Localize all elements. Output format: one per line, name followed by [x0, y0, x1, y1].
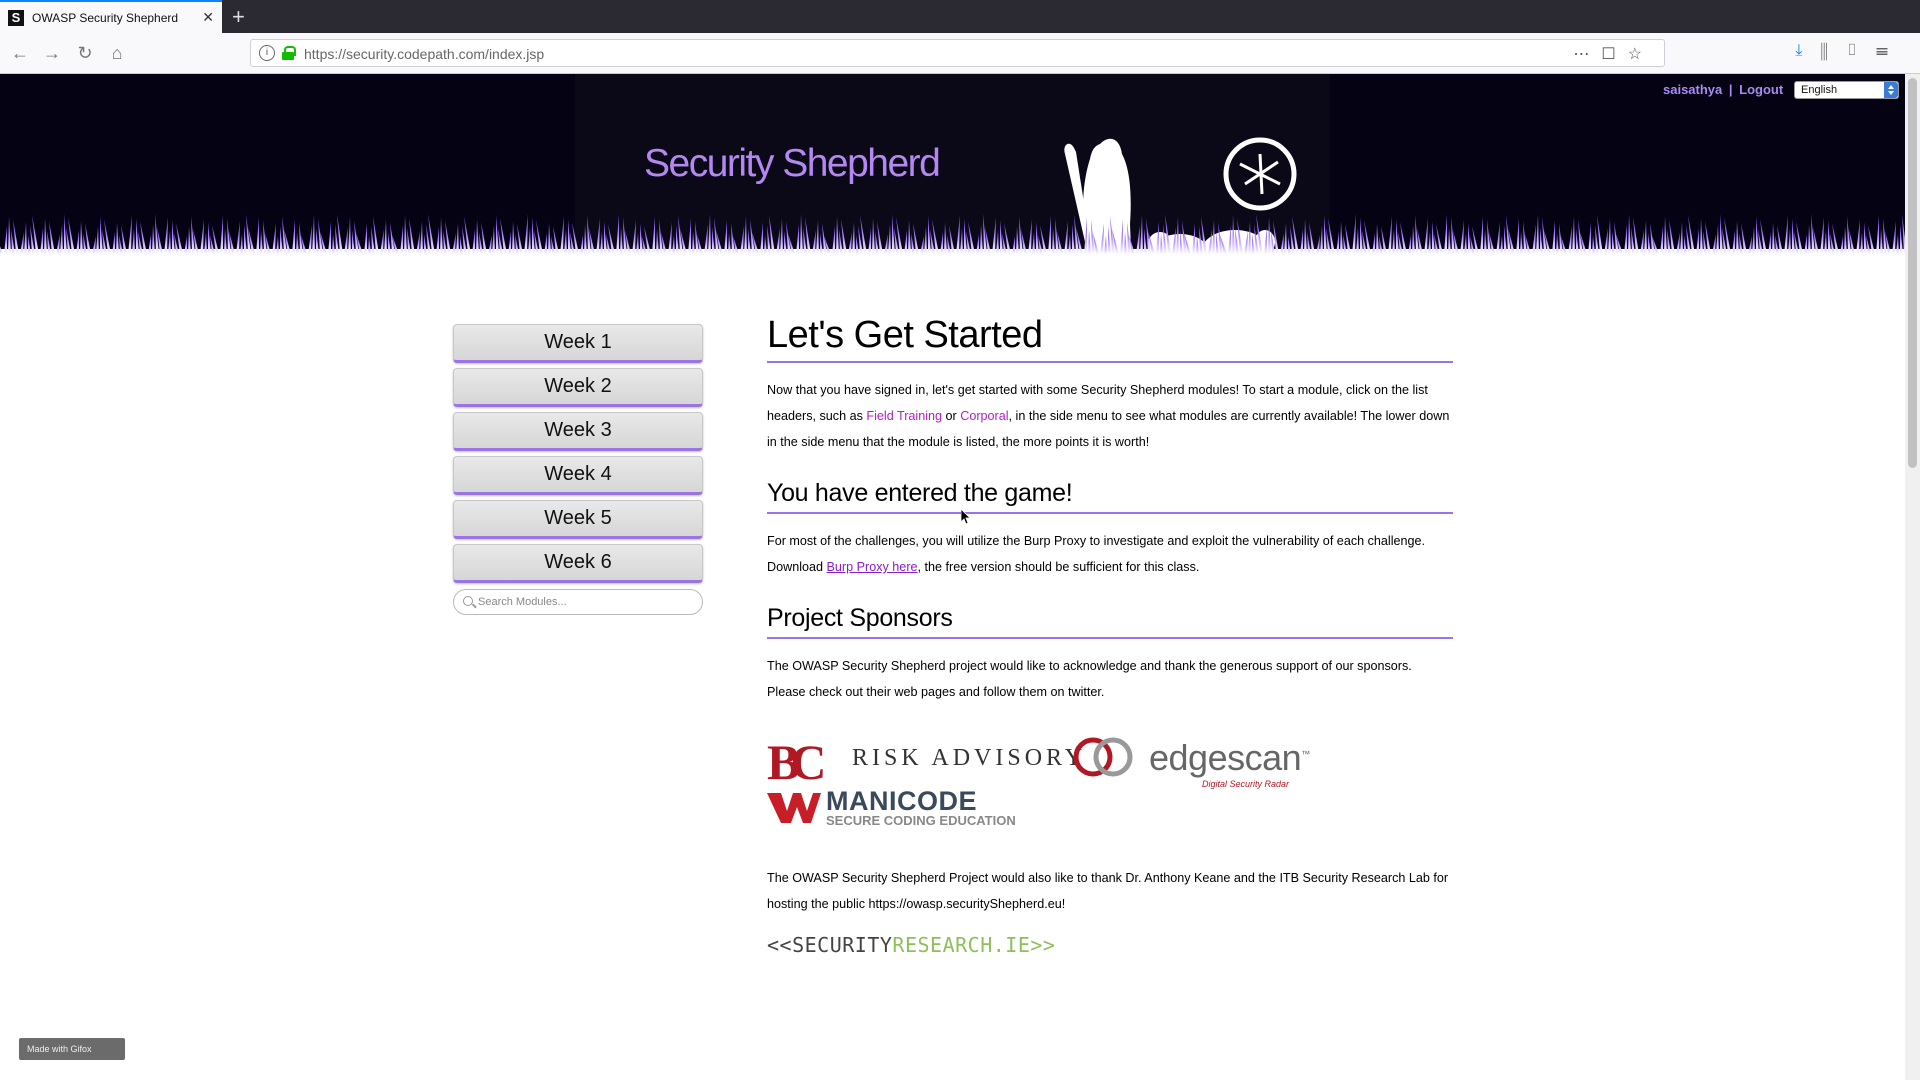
- bc-logo[interactable]: BC: [767, 733, 827, 791]
- secres-part-2: RESEARCH.IE>>: [892, 933, 1056, 957]
- sponsors-paragraph: The OWASP Security Shepherd project woul…: [767, 659, 1412, 699]
- intro-paragraph: Now that you have signed in, let's get s…: [767, 377, 1453, 455]
- security-research-logo[interactable]: <<SECURITYRESEARCH.IE>>: [767, 933, 1453, 957]
- tab-title: OWASP Security Shepherd: [32, 10, 179, 25]
- site-title[interactable]: Security Shepherd: [644, 142, 941, 186]
- secres-part-1: <<SECURITY: [767, 933, 893, 957]
- page-actions-icons[interactable]: ⋯☐☆: [1573, 44, 1654, 64]
- toolbar-right-icons[interactable]: ⤓⫼▯☰: [1795, 42, 1906, 60]
- search-modules-input[interactable]: [478, 593, 693, 611]
- site-favicon-icon: S: [8, 9, 24, 26]
- back-arrow-icon[interactable]: ←: [8, 41, 32, 65]
- site-info-icon[interactable]: i: [259, 45, 275, 61]
- menu-icon: ☰: [1875, 42, 1906, 59]
- week-1-button[interactable]: Week 1: [453, 324, 703, 363]
- new-tab-icon[interactable]: +: [232, 4, 245, 30]
- week-5-button[interactable]: Week 5: [453, 500, 703, 539]
- lock-icon: [282, 46, 296, 60]
- week-4-button[interactable]: Week 4: [453, 456, 703, 495]
- grass-decoration: [0, 214, 1905, 274]
- language-select[interactable]: English: [1794, 81, 1899, 99]
- page-title: Let's Get Started: [767, 314, 1453, 363]
- edgescan-ring-icon: [1073, 737, 1133, 777]
- sponsors-heading: Project Sponsors: [767, 604, 1453, 639]
- edgescan-tagline: Digital Security Radar: [1202, 779, 1290, 789]
- header-banner: Security Shepherd saisathya | Logout Eng…: [0, 74, 1905, 274]
- url-bar[interactable]: i https://security.codepath.com/index.js…: [250, 39, 1665, 67]
- search-modules-box[interactable]: [453, 589, 703, 615]
- mouse-cursor-icon: [961, 509, 971, 525]
- gifox-badge: Made with Gifox: [19, 1038, 125, 1060]
- select-arrows-icon: [1884, 82, 1898, 98]
- sidebar: Week 1 Week 2 Week 3 Week 4 Week 5 Week …: [453, 324, 703, 615]
- game-paragraph: For most of the challenges, you will uti…: [767, 528, 1453, 580]
- user-area: saisathya | Logout: [1663, 82, 1783, 97]
- week-3-button[interactable]: Week 3: [453, 412, 703, 451]
- edgescan-tm: ™: [1301, 749, 1310, 759]
- library-icon: ⫼: [1820, 42, 1846, 59]
- burp-proxy-link[interactable]: Burp Proxy here: [827, 560, 918, 574]
- risk-advisory-logo[interactable]: RISK ADVISORY: [852, 745, 1086, 772]
- game-heading: You have entered the game!: [767, 479, 1453, 514]
- field-training-link[interactable]: Field Training: [866, 409, 942, 423]
- corporal-link[interactable]: Corporal: [960, 409, 1008, 423]
- thanks-paragraph: The OWASP Security Shepherd Project woul…: [767, 871, 1449, 911]
- intro-text-2: or: [942, 409, 961, 423]
- user-separator: |: [1728, 82, 1733, 97]
- page-scrollbar[interactable]: [1905, 74, 1920, 1080]
- page-viewport: Security Shepherd saisathya | Logout Eng…: [0, 74, 1905, 1080]
- url-text[interactable]: https://security.codepath.com/index.jsp: [304, 46, 544, 62]
- reload-icon[interactable]: ↻: [73, 41, 97, 65]
- browser-toolbar: ← → ↻ ⌂ i https://security.codepath.com/…: [0, 33, 1920, 74]
- language-value: English: [1801, 84, 1838, 96]
- forward-arrow-icon[interactable]: →: [40, 41, 64, 65]
- week-2-button[interactable]: Week 2: [453, 368, 703, 407]
- tab-close-icon[interactable]: ✕: [202, 9, 214, 26]
- username-link[interactable]: saisathya: [1663, 82, 1722, 97]
- manicode-w-icon: [767, 793, 821, 823]
- logout-link[interactable]: Logout: [1739, 82, 1783, 97]
- browser-tab-active[interactable]: S OWASP Security Shepherd ✕: [0, 0, 222, 33]
- main-content: Let's Get Started Now that you have sign…: [767, 314, 1453, 957]
- scrollbar-thumb[interactable]: [1908, 78, 1917, 468]
- manicode-subtitle: SECURE CODING EDUCATION: [826, 813, 1016, 828]
- download-icon: ⤓: [1795, 42, 1821, 59]
- browser-tabbar: S OWASP Security Shepherd ✕ +: [0, 0, 1920, 33]
- edgescan-name: edgescan: [1149, 737, 1302, 778]
- home-icon[interactable]: ⌂: [105, 41, 129, 65]
- sponsor-logos: BC RISK ADVISORY edgescan™ Digital Secur…: [767, 731, 1453, 841]
- gifox-label: Made with Gifox: [27, 1044, 92, 1054]
- search-icon: [463, 596, 473, 606]
- week-6-button[interactable]: Week 6: [453, 544, 703, 583]
- edgescan-logo[interactable]: edgescan™: [1149, 737, 1310, 779]
- game-text-2: , the free version should be sufficient …: [917, 560, 1200, 574]
- sidebar-icon: ▯: [1845, 42, 1876, 59]
